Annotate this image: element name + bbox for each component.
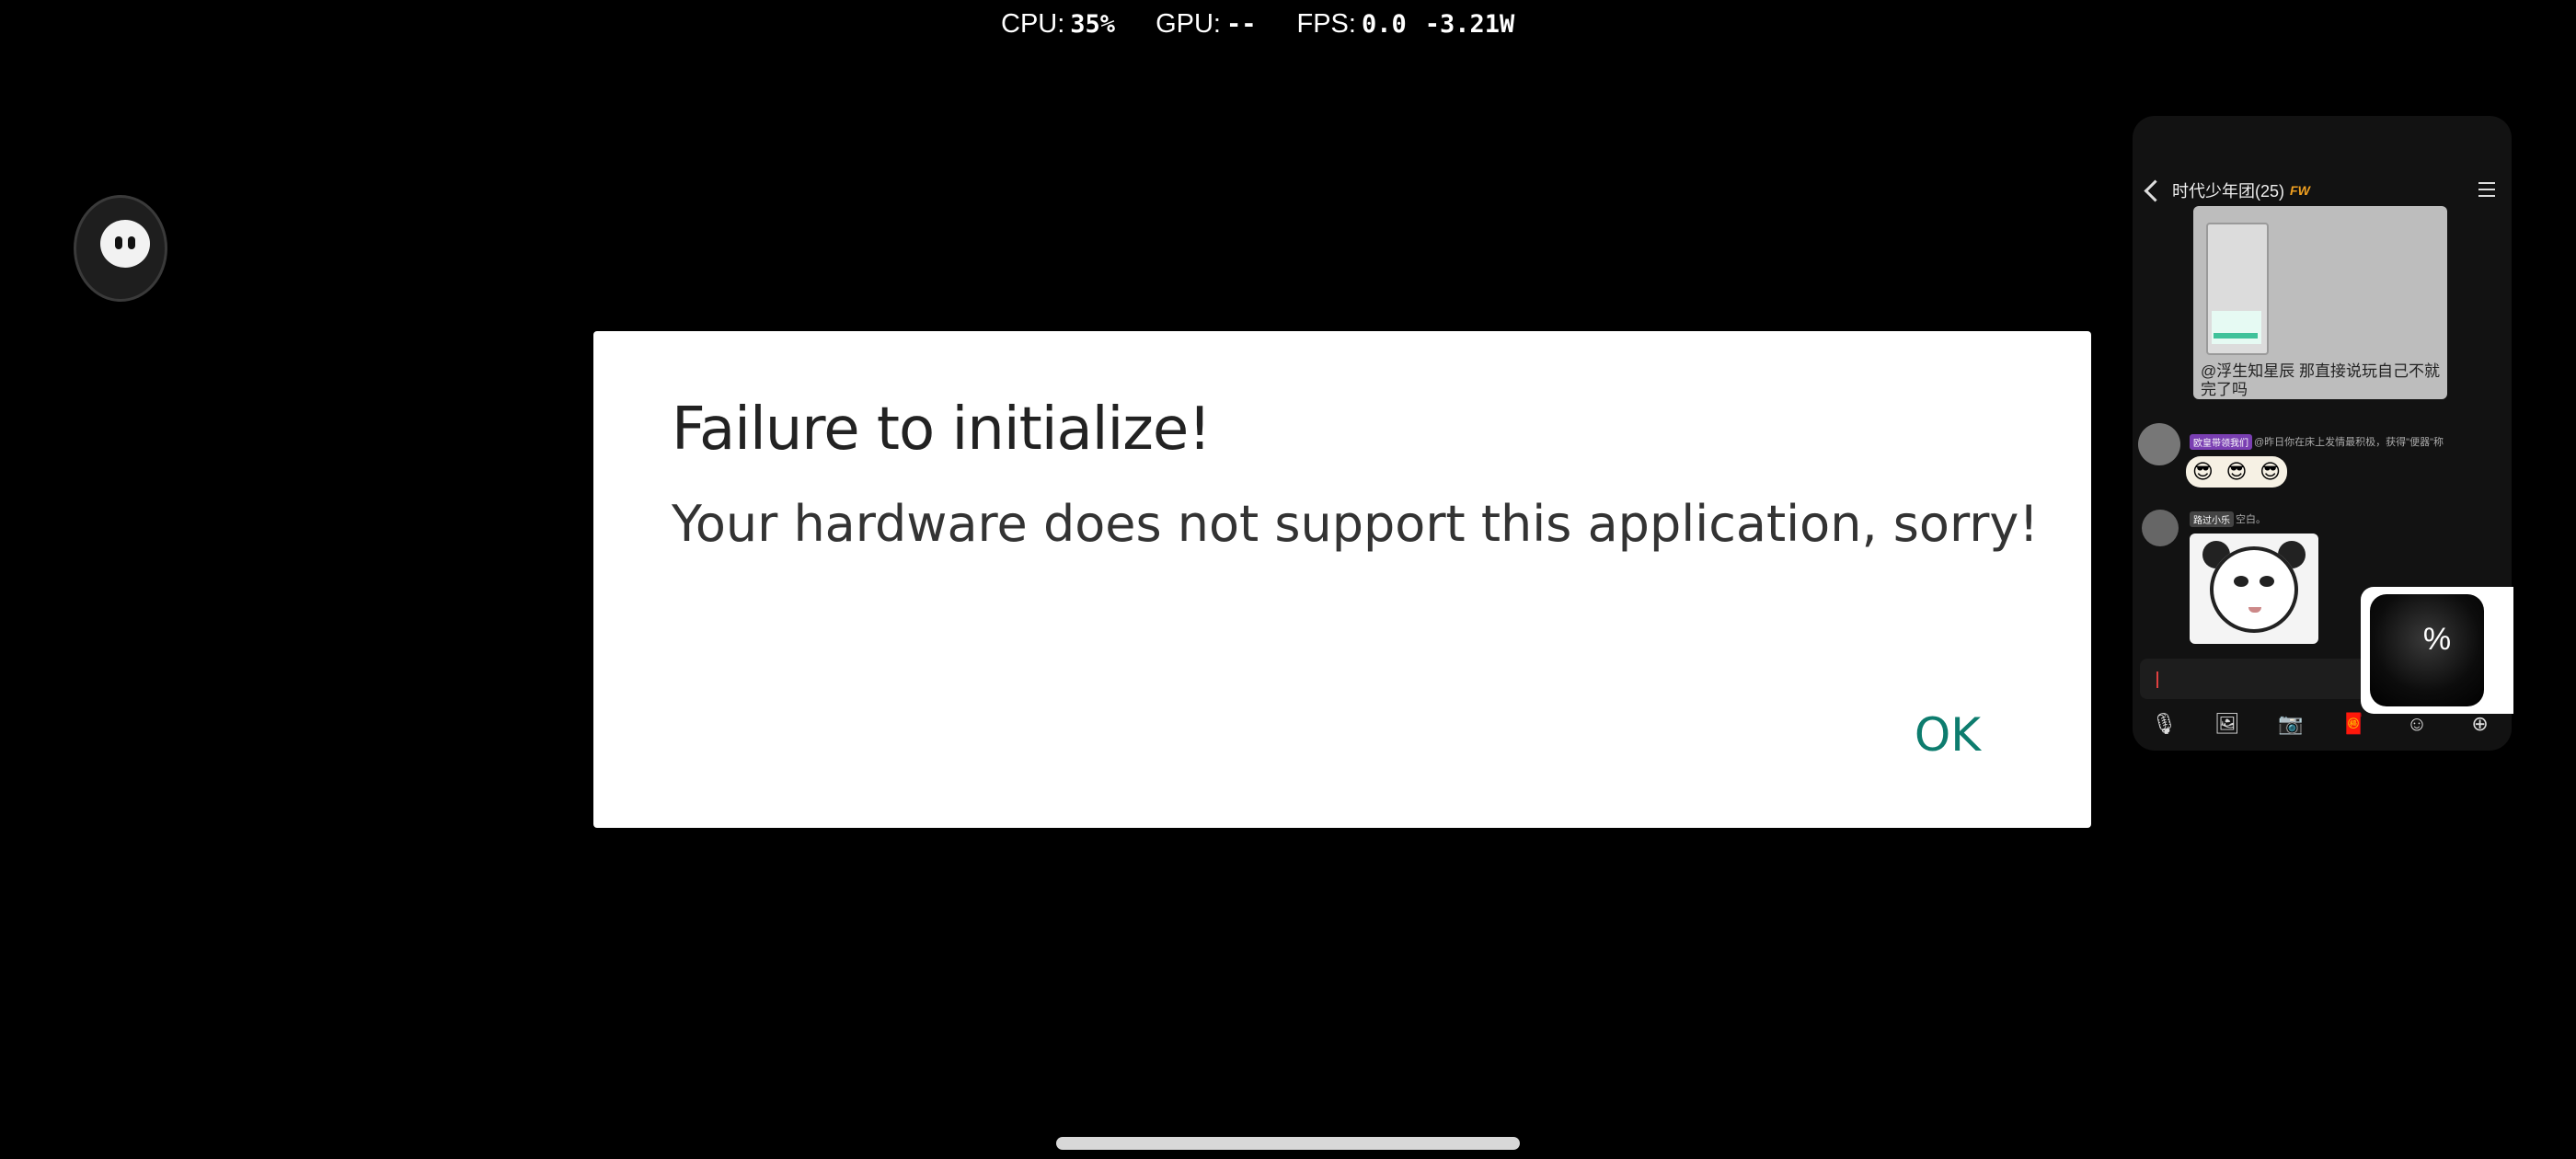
gpu-label: GPU: (1156, 8, 1221, 39)
quoted-message-card[interactable]: @浮生知星辰 那直接说玩自己不就完了吗 (2193, 206, 2447, 399)
sunglasses-emoji-icon: 😎 (2191, 460, 2214, 483)
dialog-title: Failure to initialize! (672, 396, 1212, 464)
percentage-overlay-widget[interactable]: % (2361, 587, 2513, 714)
cpu-value: 35% (1070, 9, 1116, 39)
sunglasses-emoji-icon: 😎 (2225, 460, 2248, 483)
error-dialog: Failure to initialize! Your hardware doe… (593, 331, 2091, 828)
member-tag: 路过小乐 (2190, 511, 2234, 527)
sunglasses-emoji-icon: 😎 (2260, 460, 2282, 483)
chat-title-badge: FW (2290, 183, 2310, 198)
cpu-stat: CPU: 35% (1001, 9, 1115, 40)
emoji-sticker-row[interactable]: 😎 😎 😎 (2186, 456, 2287, 488)
dialog-message: Your hardware does not support this appl… (672, 495, 2040, 553)
avatar[interactable] (2142, 510, 2179, 546)
microphone-icon[interactable]: 🎙 (2150, 712, 2178, 736)
power-value: -3.21W (1424, 9, 1515, 39)
panda-meme-sticker[interactable] (2190, 534, 2318, 644)
menu-icon[interactable] (2478, 182, 2495, 201)
floating-assistant-bubble[interactable] (74, 195, 167, 302)
performance-overlay: CPU: 35% GPU: -- FPS: 0.0 -3.21W (1001, 6, 1555, 42)
camera-icon[interactable]: 📷 (2277, 712, 2305, 736)
red-packet-icon[interactable]: 🧧 (2340, 712, 2367, 736)
cpu-label: CPU: (1001, 8, 1065, 39)
avatar[interactable] (2138, 423, 2180, 465)
text-caret (2156, 671, 2158, 688)
screenshot-thumbnail[interactable] (2206, 223, 2269, 355)
member-tag: 欧皇带领我们 (2190, 434, 2252, 450)
emoji-icon[interactable]: ☺ (2403, 712, 2431, 736)
gpu-value: -- (1225, 9, 1257, 39)
message-text: @昨日你在床上发情最积极，获得"便器"称 (2254, 437, 2444, 448)
gpu-stat: GPU: -- (1156, 9, 1256, 40)
fps-stat: FPS: 0.0 -3.21W (1297, 9, 1515, 40)
back-icon[interactable] (2144, 178, 2167, 202)
percent-symbol: % (2422, 622, 2452, 657)
message-text: 空白。 (2236, 514, 2266, 525)
quoted-message-text: @浮生知星辰 那直接说玩自己不就完了吗 (2201, 362, 2440, 398)
plus-icon[interactable]: ⊕ (2467, 712, 2494, 736)
image-icon[interactable]: 🖼 (2214, 712, 2241, 736)
fps-label: FPS: (1296, 8, 1356, 39)
ok-button[interactable]: OK (1915, 708, 1981, 762)
assistant-face-icon (100, 220, 150, 268)
chat-title: 时代少年团(25) (2172, 182, 2285, 201)
fps-value: 0.0 (1361, 9, 1407, 39)
gesture-navigation-bar[interactable] (1056, 1137, 1520, 1150)
